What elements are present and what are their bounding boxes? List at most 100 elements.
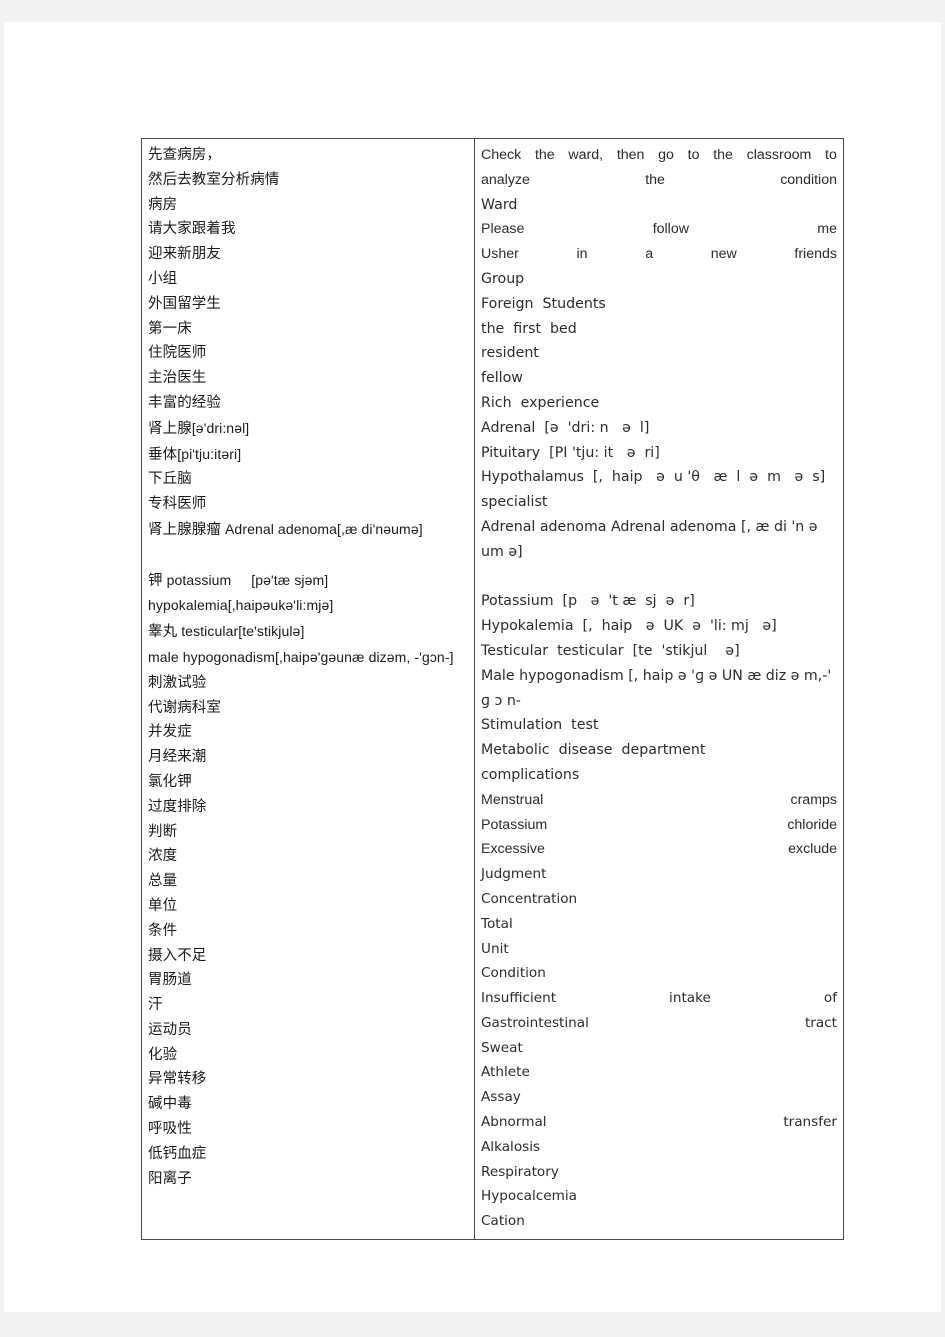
chinese-line: 并发症 bbox=[148, 724, 192, 741]
english-line: Testicular testicular [te 'stikjul ə] bbox=[481, 642, 740, 659]
english-line: Gastrointestinal tract bbox=[481, 1011, 837, 1036]
english-word: me bbox=[817, 221, 837, 238]
english-line: Rich experience bbox=[481, 394, 600, 411]
english-line: Potassium [p ə 't æ sj ə r] bbox=[481, 593, 695, 610]
english-line bbox=[481, 565, 837, 590]
chinese-line: 外国留学生 bbox=[148, 295, 221, 312]
latin-phonetic: testicular[te'stikjulə] bbox=[177, 623, 305, 640]
english-line: Check the ward, then go to the classroom to bbox=[481, 143, 837, 168]
english-word: Check bbox=[481, 147, 522, 163]
english-line: Usher in a new friends bbox=[481, 242, 837, 267]
english-lines: Check the ward, then go to the classroom to analy… bbox=[475, 139, 843, 1239]
english-line: Hypocalcemia bbox=[481, 1188, 577, 1205]
english-line: specialist bbox=[481, 494, 548, 511]
chinese-line: 代谢病科室 bbox=[148, 699, 221, 716]
chinese-line: 肾上腺[ə'dri:nəl] bbox=[148, 416, 468, 442]
english-word: the bbox=[645, 171, 665, 188]
english-line: Adrenal [ə 'dri: n ə l] bbox=[481, 419, 650, 436]
latin-phonetic: potassium [pə'tæ sjəm] bbox=[162, 571, 329, 588]
chinese-line: hypokalemia[,haipəukə'li:mjə] bbox=[148, 593, 468, 619]
chinese-line: 过度排除 bbox=[148, 798, 207, 815]
english-word: cramps bbox=[790, 791, 837, 808]
chinese-line: 总量 bbox=[148, 873, 178, 890]
chinese-line: 摄入不足 bbox=[148, 947, 207, 964]
english-word: tract bbox=[804, 1014, 837, 1031]
chinese-line: 请大家跟着我 bbox=[148, 221, 236, 238]
chinese-line: 汗 bbox=[148, 997, 163, 1014]
english-word: chloride bbox=[787, 816, 837, 833]
chinese-column-cell: 先查病房， 然后去教室分析病情 病房 请大家跟着我 迎来新朋友 小组 外国留学生 第一床 住院医… bbox=[141, 137, 475, 1241]
english-word: condition bbox=[780, 171, 837, 188]
english-line: Abnormal transfer bbox=[481, 1110, 837, 1135]
chinese-line: 碱中毒 bbox=[148, 1096, 192, 1113]
english-word: to bbox=[825, 147, 837, 163]
chinese-line: 月经来潮 bbox=[148, 749, 207, 766]
english-word: classroom bbox=[746, 147, 812, 163]
english-line: Cation bbox=[481, 1213, 525, 1230]
english-line: Assay bbox=[481, 1089, 521, 1106]
english-word: Please bbox=[481, 221, 525, 238]
english-word: Usher bbox=[481, 246, 519, 263]
english-word: go bbox=[658, 147, 674, 163]
english-line: Foreign Students bbox=[481, 295, 606, 312]
page-sheet: 先查病房， 然后去教室分析病情 病房 请大家跟着我 迎来新朋友 小组 外国留学生 第一床 住院医… bbox=[4, 22, 941, 1312]
chinese-line: 住院医师 bbox=[148, 345, 207, 362]
english-word: in bbox=[576, 246, 588, 263]
english-line: Athlete bbox=[481, 1064, 530, 1081]
chinese-line: 阳离子 bbox=[148, 1170, 192, 1187]
chinese-line: 下丘脑 bbox=[148, 471, 192, 488]
english-word: analyze bbox=[481, 171, 530, 188]
english-line: Condition bbox=[481, 965, 546, 982]
english-word: Potassium bbox=[481, 816, 548, 833]
english-word: Menstrual bbox=[481, 791, 544, 808]
chinese-line: 运动员 bbox=[148, 1021, 192, 1038]
chinese-term: 垂体 bbox=[148, 446, 178, 463]
english-word: intake bbox=[669, 990, 711, 1007]
english-word: new bbox=[710, 246, 737, 263]
english-word: then bbox=[616, 147, 645, 163]
chinese-line: 胃肠道 bbox=[148, 972, 192, 989]
chinese-line: 条件 bbox=[148, 922, 178, 939]
english-line: Male hypogonadism [, haip ə 'ɡ ə UN æ di… bbox=[481, 667, 832, 709]
chinese-line: male hypogonadism[,haipə'ɡəunæ dizəm, -'… bbox=[148, 645, 468, 671]
chinese-line: 氯化钾 bbox=[148, 773, 192, 790]
latin-phonetic: [ə'dri:nəl] bbox=[191, 419, 250, 436]
english-word: transfer bbox=[783, 1114, 837, 1131]
bilingual-glossary-table: 先查病房， 然后去教室分析病情 病房 请大家跟着我 迎来新朋友 小组 外国留学生 第一床 住院医… bbox=[141, 137, 844, 1241]
english-line: Please follow me bbox=[481, 217, 837, 242]
english-line: resident bbox=[481, 345, 539, 362]
english-line: Sweat bbox=[481, 1039, 523, 1056]
english-word: exclude bbox=[788, 841, 837, 858]
chinese-line: 判断 bbox=[148, 823, 178, 840]
chinese-line: 病房 bbox=[148, 196, 178, 213]
english-word: Insufficient bbox=[481, 990, 557, 1007]
latin-phonetic: male hypogonadism[,haipə'ɡəunæ dizəm, -'… bbox=[148, 648, 454, 665]
english-word: the bbox=[534, 147, 555, 163]
chinese-line: 低钙血症 bbox=[148, 1145, 207, 1162]
english-line: Alkalosis bbox=[481, 1138, 541, 1155]
chinese-lines: 先查病房， 然后去教室分析病情 病房 请大家跟着我 迎来新朋友 小组 外国留学生 第一床 住院医… bbox=[142, 139, 474, 1196]
english-word: the bbox=[713, 147, 733, 163]
english-line: fellow bbox=[481, 370, 523, 387]
latin-phonetic: Adrenal adenoma[,æ di'nəumə] bbox=[221, 520, 423, 537]
chinese-term: 肾上腺 bbox=[148, 420, 192, 437]
english-line: Pituitary [PI 'tju: it ə ri] bbox=[481, 444, 660, 461]
chinese-term: 睾丸 bbox=[148, 624, 178, 641]
chinese-line: 单位 bbox=[148, 897, 178, 914]
english-line: the first bed bbox=[481, 320, 577, 337]
english-line: Concentration bbox=[481, 890, 578, 907]
english-line: Ward bbox=[481, 196, 518, 213]
chinese-line: 小组 bbox=[148, 270, 178, 287]
english-line: Total bbox=[481, 915, 513, 932]
table-row: 先查病房， 然后去教室分析病情 病房 请大家跟着我 迎来新朋友 小组 外国留学生 第一床 住院医… bbox=[141, 137, 844, 1241]
english-word: Gastrointestinal bbox=[481, 1014, 589, 1031]
chinese-line: 主治医生 bbox=[148, 370, 207, 387]
chinese-line bbox=[148, 543, 468, 568]
english-column-cell: Check the ward, then go to the classroom to analy… bbox=[474, 137, 844, 1241]
chinese-line: 呼吸性 bbox=[148, 1121, 192, 1138]
english-line: Unit bbox=[481, 940, 509, 957]
chinese-line: 丰富的经验 bbox=[148, 394, 221, 411]
english-line: Respiratory bbox=[481, 1163, 559, 1180]
chinese-line: 迎来新朋友 bbox=[148, 246, 221, 263]
english-line: Group bbox=[481, 270, 525, 287]
